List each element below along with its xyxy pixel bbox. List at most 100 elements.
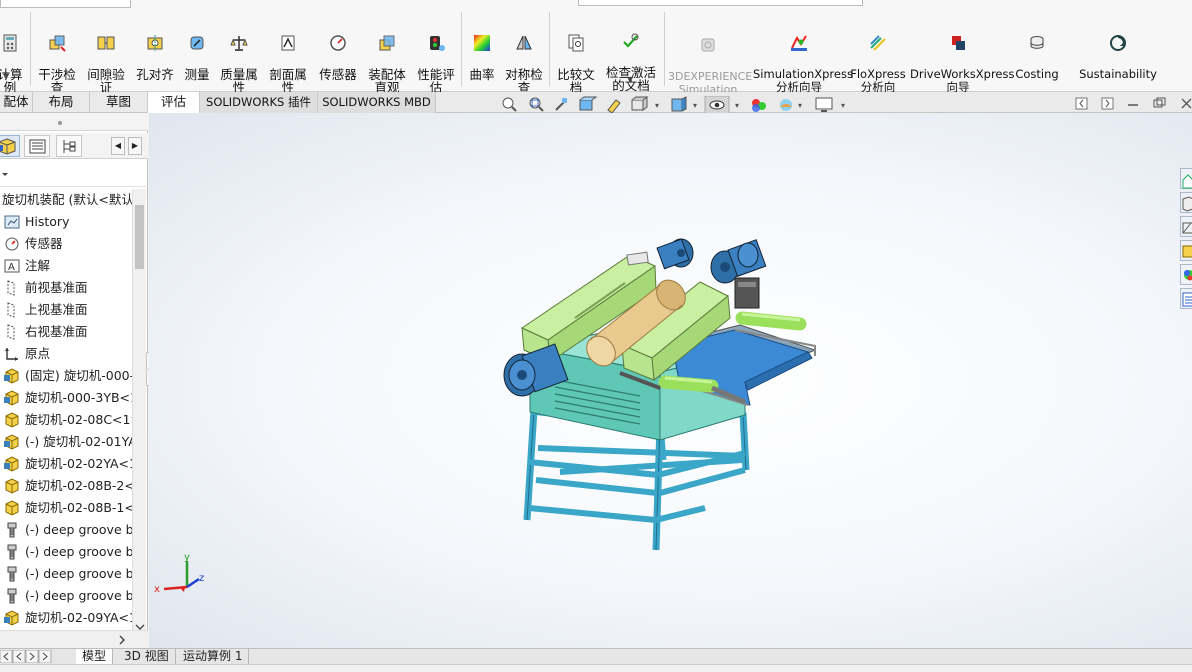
next-tab-icon[interactable]	[25, 650, 39, 663]
view-orientation-icon[interactable]	[631, 96, 649, 111]
tree-item[interactable]: 上视基准面	[0, 299, 132, 321]
last-tab-icon[interactable]	[38, 650, 52, 663]
machine-3d-model[interactable]	[149, 113, 1192, 648]
assembly-visualization-button[interactable]: 装配体 直观	[364, 20, 410, 94]
chevron-down-icon[interactable]: ▾	[798, 101, 802, 110]
driveworksxpress-button[interactable]: DriveWorksXpress 向导	[910, 20, 1014, 94]
section-view-icon[interactable]	[579, 96, 598, 111]
tab-sketch[interactable]: 草图	[90, 92, 148, 113]
tree-item[interactable]: (固定) 旋切机-000-1	[0, 365, 132, 387]
performance-evaluation-button[interactable]: 性能评 估	[414, 20, 458, 94]
tree-item[interactable]: (-) deep groove b	[0, 541, 132, 563]
tree-item[interactable]: 右视基准面	[0, 321, 132, 343]
tree-item[interactable]: 旋切机-02-02YA<1	[0, 453, 132, 475]
tree-item[interactable]: A 注解	[0, 255, 132, 277]
view-settings-icon[interactable]	[815, 97, 833, 112]
tree-item[interactable]: 旋切机-02-08B-1<2	[0, 497, 132, 519]
triad-y-label: y	[184, 552, 190, 563]
hole-alignment-button[interactable]: 孔对齐	[134, 20, 176, 81]
tree-filter-bar[interactable]	[0, 163, 148, 187]
sustainability-button[interactable]: Sustainability	[1076, 20, 1160, 81]
tab-3d-views[interactable]: 3D 视图	[118, 649, 176, 664]
edit-appearance-icon[interactable]	[752, 99, 766, 112]
quick-search-box[interactable]	[0, 0, 131, 8]
close-icon[interactable]	[1181, 98, 1192, 109]
tree-item[interactable]: 前视基准面	[0, 277, 132, 299]
tabs-scroll-left[interactable]: ◀	[111, 137, 125, 155]
scroll-right-icon[interactable]	[118, 635, 128, 645]
rotary-cutting-machine[interactable]	[503, 238, 817, 551]
appearances-tab[interactable]	[1180, 264, 1192, 285]
tree-item[interactable]: (-) deep groove b	[0, 585, 132, 607]
tab-layout[interactable]: 布局	[33, 92, 90, 113]
chevron-down-icon[interactable]: ▾	[693, 101, 697, 110]
graphics-area[interactable]: y x z	[149, 113, 1192, 648]
zoom-to-area-icon[interactable]	[529, 97, 544, 112]
tree-item[interactable]: 旋切机-02-09YA<1	[0, 607, 132, 629]
apply-scene-icon[interactable]	[780, 99, 792, 111]
tree-item[interactable]: (-) deep groove b	[0, 519, 132, 541]
next-document-icon[interactable]	[1101, 97, 1114, 110]
chevron-down-icon[interactable]: ▾	[735, 101, 739, 110]
symmetry-check-button[interactable]: 对称检 查	[502, 20, 546, 94]
tree-root-assembly[interactable]: 旋切机装配 (默认<默认	[0, 189, 134, 211]
section-properties-button[interactable]: 剖面属 性	[266, 20, 310, 94]
motor-back-right[interactable]	[710, 239, 767, 284]
curvature-button[interactable]: 曲率	[466, 20, 498, 81]
tree-vertical-scrollbar[interactable]	[132, 189, 146, 634]
configuration-manager-tab[interactable]	[56, 135, 82, 157]
tree-item[interactable]: 原点	[0, 343, 132, 365]
chevron-down-icon[interactable]: ▾	[655, 101, 659, 110]
scrollbar-thumb[interactable]	[135, 205, 144, 269]
custom-properties-tab[interactable]	[1180, 288, 1192, 309]
ribbon-dropdown-box[interactable]	[578, 0, 863, 6]
feature-manager-tab[interactable]	[0, 135, 20, 157]
property-list-icon	[29, 139, 46, 154]
motor-back-left[interactable]	[656, 238, 694, 270]
simulationxpress-button[interactable]: SimulationXpress 分析向导	[753, 20, 853, 94]
costing-button[interactable]: Costing	[1011, 20, 1063, 81]
tab-evaluate[interactable]: 评估	[148, 92, 200, 113]
tree-item[interactable]: 旋切机-000-3YB<1	[0, 387, 132, 409]
calculate-dropdown[interactable]: ▼	[3, 72, 9, 81]
design-library-tab[interactable]	[1180, 192, 1192, 213]
sensor-button[interactable]: 传感器	[316, 20, 360, 81]
tabs-scroll-right[interactable]: ▶	[128, 137, 142, 155]
file-explorer-tab[interactable]	[1180, 216, 1192, 237]
tab-solidworks-mbd[interactable]: SOLIDWORKS MBD	[318, 92, 436, 113]
calculate-button[interactable]: 计算 例	[0, 20, 26, 94]
measure-button[interactable]: 测量	[181, 20, 213, 81]
tree-item[interactable]: 旋切机-02-08C<1>	[0, 409, 132, 431]
previous-view-icon[interactable]	[555, 98, 567, 111]
clearance-verification-button[interactable]: 间隙验 证	[84, 20, 128, 94]
chevron-down-icon[interactable]: ▾	[841, 101, 845, 110]
tree-item[interactable]: 旋切机-02-08B-2<2	[0, 475, 132, 497]
tree-item[interactable]: 传感器	[0, 233, 132, 255]
solidworks-resources-tab[interactable]	[1180, 168, 1192, 189]
property-manager-tab[interactable]	[24, 135, 50, 157]
previous-tab-icon[interactable]	[12, 650, 26, 663]
display-style-icon[interactable]	[671, 96, 687, 112]
tree-item[interactable]: (-) deep groove b	[0, 563, 132, 585]
tab-model[interactable]: 模型	[76, 649, 114, 664]
first-tab-icon[interactable]	[0, 650, 13, 663]
tree-horizontal-scrollbar[interactable]	[0, 630, 148, 648]
command-manager-tabs: 配体 布局 草图 评估 SOLIDWORKS 插件 SOLIDWORKS MBD…	[0, 92, 1192, 114]
interference-check-button[interactable]: 干涉检 查	[36, 20, 78, 94]
tab-assembly[interactable]: 配体	[0, 92, 33, 113]
previous-document-icon[interactable]	[1075, 97, 1088, 110]
restore-icon[interactable]	[1153, 97, 1166, 108]
tab-motion-study-1[interactable]: 运动算例 1	[177, 649, 250, 664]
tree-item[interactable]: History	[0, 211, 132, 233]
panel-splitter[interactable]	[0, 113, 148, 131]
tree-item[interactable]: (-) 旋切机-02-01YA	[0, 431, 132, 453]
tab-navigation-arrows	[0, 650, 52, 663]
check-active-document-dropdown[interactable]: ▼	[627, 75, 633, 84]
view-palette-tab[interactable]	[1180, 240, 1192, 261]
dynamic-annotation-icon[interactable]	[607, 99, 621, 114]
tab-solidworks-addins[interactable]: SOLIDWORKS 插件	[200, 92, 318, 113]
zoom-to-fit-icon[interactable]	[502, 97, 517, 112]
compare-documents-button[interactable]: 比较文 档	[553, 20, 599, 94]
gearbox[interactable]	[734, 277, 760, 309]
mass-properties-button[interactable]: 质量属 性	[217, 20, 261, 94]
